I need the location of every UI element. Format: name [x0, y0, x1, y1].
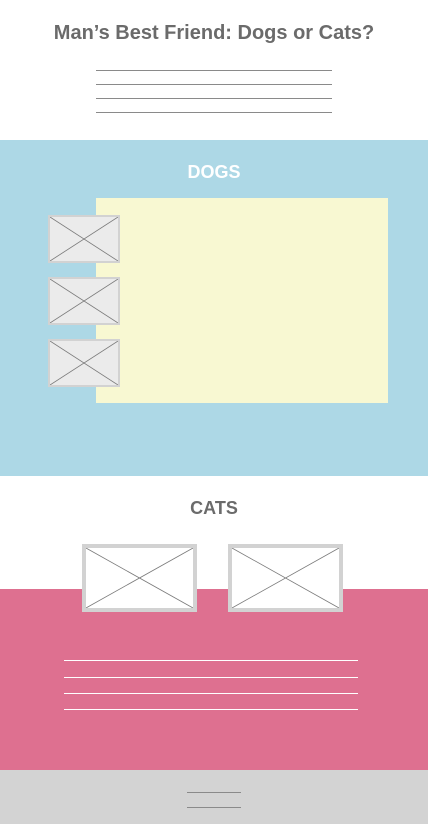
- text-line: [64, 693, 358, 694]
- image-placeholder-icon: [50, 217, 118, 261]
- image-placeholder-icon: [50, 279, 118, 323]
- dogs-section: DOGS: [0, 140, 428, 476]
- cats-heading: CATS: [190, 498, 238, 518]
- cat-image: [228, 544, 343, 612]
- footer-text-line: [187, 792, 241, 793]
- image-placeholder-icon: [86, 548, 193, 608]
- page-title: Man’s Best Friend: Dogs or Cats?: [53, 22, 375, 44]
- text-line: [64, 709, 358, 710]
- cat-image: [82, 544, 197, 612]
- text-line: [96, 84, 332, 85]
- text-line: [64, 660, 358, 661]
- text-line: [64, 677, 358, 678]
- dogs-content-panel: [96, 198, 388, 403]
- footer-text-line: [187, 807, 241, 808]
- dog-thumbnail: [48, 277, 120, 325]
- image-placeholder-icon: [232, 548, 339, 608]
- footer: [0, 770, 428, 824]
- dogs-heading: DOGS: [187, 162, 241, 182]
- dog-thumbnail: [48, 215, 120, 263]
- text-line: [96, 112, 332, 113]
- text-line: [96, 70, 332, 71]
- cats-content-band: [0, 589, 428, 770]
- text-line: [96, 98, 332, 99]
- image-placeholder-icon: [50, 341, 118, 385]
- dog-thumbnail: [48, 339, 120, 387]
